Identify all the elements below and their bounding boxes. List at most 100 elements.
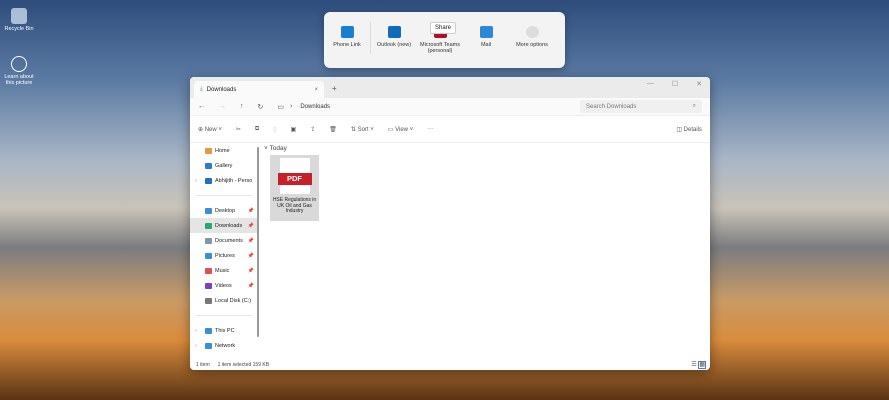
folder-icon: [205, 222, 212, 229]
navigation-pane: Home Gallery › Abhijith - Perso Desktop 📌 Down…: [190, 143, 258, 360]
sidebar-item[interactable]: Local Disk (C:): [190, 293, 258, 308]
sidebar-item-label: Music: [215, 267, 230, 274]
pc-icon: ▭: [277, 103, 284, 111]
folder-icon: [205, 342, 212, 349]
share-tooltip: Share: [430, 22, 457, 34]
sort-button[interactable]: ⇅ Sort ˅: [351, 126, 374, 133]
folder-icon: [205, 147, 212, 154]
folder-icon: [205, 207, 212, 214]
app-icon: [525, 26, 539, 38]
chevron-right-icon[interactable]: ›: [195, 343, 197, 349]
share-target[interactable]: Phone Link: [324, 26, 370, 48]
close-tab-icon[interactable]: ×: [314, 87, 318, 93]
sidebar-item-label: Gallery: [215, 162, 233, 169]
share-target[interactable]: More options: [509, 26, 555, 48]
pin-icon: 📌: [247, 207, 254, 214]
divider: [196, 315, 252, 316]
sidebar-item-label: Downloads: [215, 222, 243, 229]
share-target[interactable]: Mail: [463, 26, 509, 48]
chevron-right-icon[interactable]: ›: [195, 178, 197, 184]
sidebar-item[interactable]: Documents 📌: [190, 233, 258, 248]
close-button[interactable]: ✕: [696, 80, 702, 88]
folder-icon: [205, 177, 212, 184]
sort-label: Sort: [357, 126, 369, 133]
sidebar-item[interactable]: › Network: [190, 338, 258, 353]
app-icon: [340, 26, 354, 38]
delete-icon[interactable]: 🗑: [329, 126, 337, 133]
pdf-file-icon: PDF: [277, 158, 312, 194]
share-target-label: Phone Link: [333, 42, 361, 48]
new-button[interactable]: ⊕ New ˅: [198, 126, 222, 133]
minimize-button[interactable]: —: [647, 80, 654, 88]
sidebar-item[interactable]: Desktop 📌: [190, 203, 258, 218]
share-target-label: Outlook (new): [376, 42, 412, 48]
nav-scrollbar[interactable]: [257, 147, 259, 337]
sidebar-item-label: Home: [215, 147, 230, 154]
learn-icon: [11, 56, 27, 72]
pin-icon: 📌: [247, 252, 254, 259]
sidebar-item[interactable]: Videos 📌: [190, 278, 258, 293]
sidebar-item[interactable]: Gallery: [190, 158, 258, 173]
up-button[interactable]: ↑: [240, 103, 244, 110]
download-icon: ⤓: [200, 86, 203, 92]
file-name: HSE Regulations in UK Oil and Gas Indust…: [272, 197, 317, 214]
breadcrumb[interactable]: Downloads: [300, 104, 330, 110]
folder-icon: [205, 282, 212, 289]
folder-icon: [205, 267, 212, 274]
selection-info: 1 item selected 159 KB: [217, 362, 270, 368]
desktop-icon[interactable]: Learn about this picture: [2, 56, 36, 86]
folder-icon: [205, 162, 212, 169]
refresh-button[interactable]: ↻: [258, 103, 264, 111]
pin-icon: 📌: [247, 237, 254, 244]
group-header-today[interactable]: ˅ Today: [264, 145, 287, 152]
share-target-label: More options: [516, 42, 548, 48]
file-item[interactable]: PDF HSE Regulations in UK Oil and Gas In…: [270, 155, 319, 221]
copy-icon[interactable]: ⧉: [255, 126, 259, 133]
back-button[interactable]: ←: [198, 103, 205, 110]
status-bar: 1 item 1 item selected 159 KB: [196, 362, 269, 368]
recycle-bin-icon: [11, 8, 27, 24]
share-icon[interactable]: ⇪: [310, 126, 315, 133]
more-button[interactable]: ···: [427, 126, 433, 132]
cut-icon[interactable]: ✂: [236, 126, 241, 133]
sidebar-item[interactable]: Music 📌: [190, 263, 258, 278]
rename-icon[interactable]: ▣: [291, 126, 297, 133]
file-explorer-window: ⤓ Downloads × + — ☐ ✕ ← → ↑ ↻ ▭ › Downloads Sear…: [190, 77, 710, 370]
view-label: View: [395, 126, 408, 133]
app-icon: [387, 26, 401, 38]
details-button[interactable]: ◫ Details: [676, 126, 702, 133]
share-target[interactable]: Outlook (new): [371, 26, 417, 48]
desktop-icon-label: Learn about this picture: [4, 74, 34, 86]
tiles-view-button[interactable]: ▦: [698, 361, 706, 369]
sidebar-item-label: Documents: [215, 237, 243, 244]
sidebar-item[interactable]: › Abhijith - Perso: [190, 173, 258, 188]
pin-icon: 📌: [247, 282, 254, 289]
folder-icon: [205, 327, 212, 334]
breadcrumb-chevron-icon: ›: [290, 103, 293, 110]
folder-icon: [205, 297, 212, 304]
sidebar-item-label: This PC: [215, 327, 235, 334]
sidebar-item-label: Desktop: [215, 207, 236, 214]
folder-icon: [205, 252, 212, 259]
desktop-icon[interactable]: Recycle Bin: [2, 8, 36, 32]
forward-button[interactable]: →: [219, 103, 226, 110]
chevron-right-icon[interactable]: ›: [195, 328, 197, 334]
pin-icon: 📌: [247, 267, 254, 274]
new-label: New: [204, 126, 217, 133]
search-input[interactable]: Search Downloads ⌕: [580, 100, 702, 113]
view-button[interactable]: ▭ View ˅: [388, 126, 413, 133]
tab-downloads[interactable]: ⤓ Downloads ×: [194, 81, 324, 98]
paste-icon[interactable]: ▯: [273, 126, 276, 133]
list-view-button[interactable]: ☰: [691, 362, 696, 368]
file-list: ˅ Today PDF HSE Regulations in UK Oil an…: [264, 143, 319, 221]
sidebar-item[interactable]: Pictures 📌: [190, 248, 258, 263]
pdf-badge: PDF: [277, 173, 312, 185]
maximize-button[interactable]: ☐: [672, 80, 678, 88]
share-target-label: Microsoft Teams (personal): [420, 42, 460, 54]
sidebar-item[interactable]: Downloads 📌: [190, 218, 258, 233]
sidebar-item-label: Local Disk (C:): [215, 297, 252, 304]
new-tab-button[interactable]: +: [332, 84, 337, 93]
share-target-label: Mail: [480, 42, 492, 48]
sidebar-item[interactable]: Home: [190, 143, 258, 158]
sidebar-item[interactable]: › This PC: [190, 323, 258, 338]
